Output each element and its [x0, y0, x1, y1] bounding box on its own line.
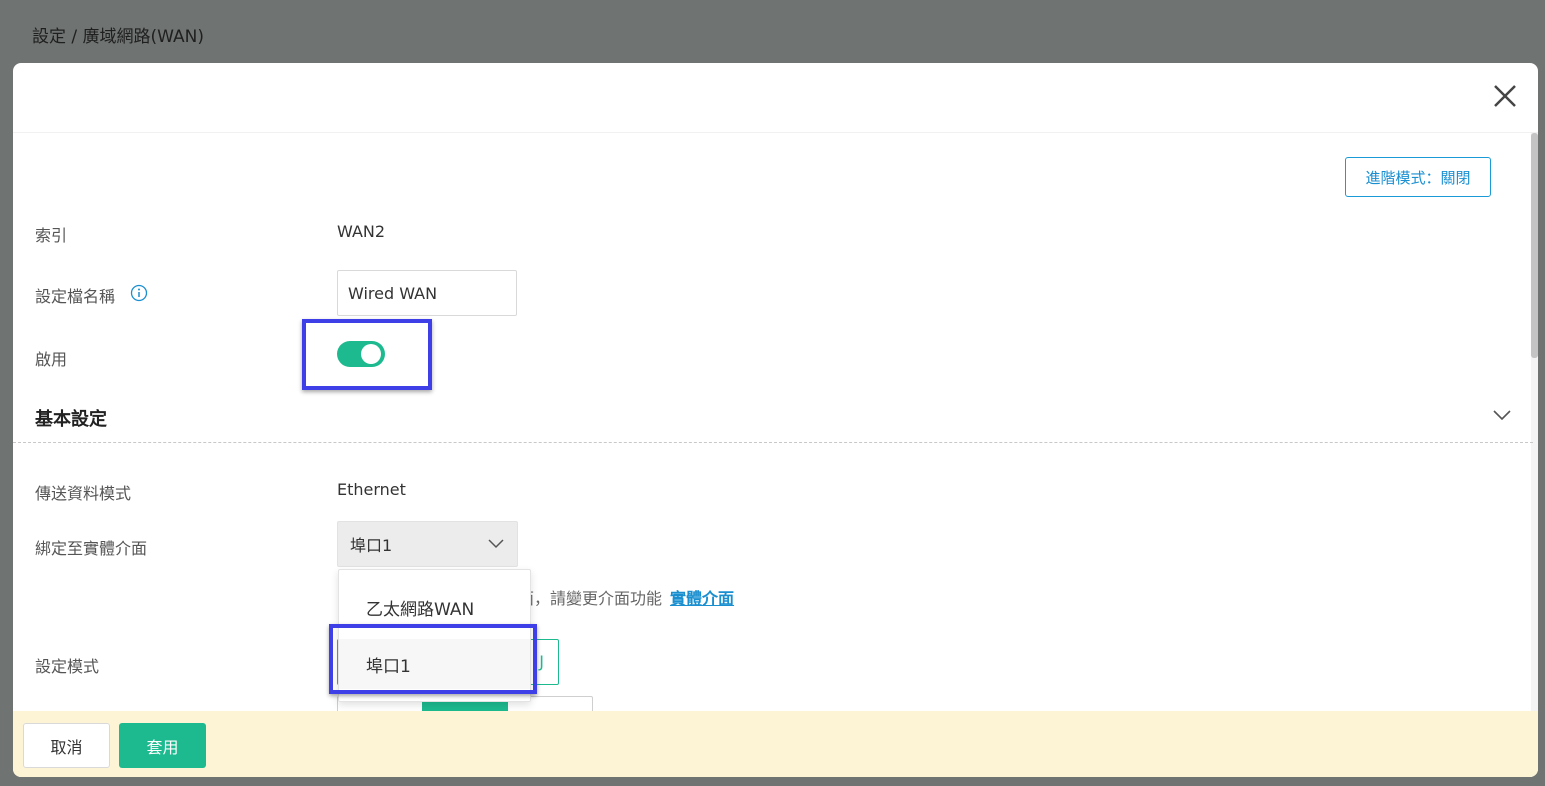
dropdown-option-port1[interactable]: 埠口1	[339, 639, 530, 689]
interface-hint: 面，請變更介面功能 實體介面	[518, 585, 734, 609]
cancel-button[interactable]: 取消	[23, 723, 110, 768]
bind-interface-label: 綁定至實體介面	[35, 539, 148, 558]
advanced-mode-button[interactable]: 進階模式：關閉	[1345, 157, 1491, 197]
profile-name-input[interactable]	[337, 270, 517, 316]
bind-interface-select[interactable]: 埠口1	[337, 521, 518, 567]
modal-footer: 取消 套用	[13, 711, 1538, 777]
enable-toggle[interactable]	[337, 341, 385, 367]
config-mode-option-partial[interactable]: J	[539, 652, 544, 671]
apply-button[interactable]: 套用	[119, 723, 206, 768]
profile-name-label: 設定檔名稱	[35, 287, 116, 306]
transfer-mode-value: Ethernet	[337, 480, 406, 499]
interface-hint-text: 面，請變更介面功能	[518, 589, 663, 608]
section-divider	[13, 442, 1533, 443]
basic-settings-title[interactable]: 基本設定	[35, 405, 107, 431]
bind-interface-selected-value: 埠口1	[350, 536, 393, 555]
transfer-mode-label: 傳送資料模式	[35, 484, 132, 503]
dropdown-option-ethernet-wan[interactable]: 乙太網路WAN	[339, 582, 530, 632]
chevron-down-icon	[488, 539, 504, 549]
chevron-down-icon[interactable]	[1492, 407, 1512, 421]
index-label: 索引	[35, 226, 68, 245]
toggle-knob	[361, 344, 381, 364]
close-icon[interactable]	[1492, 83, 1518, 109]
index-value: WAN2	[337, 222, 386, 241]
wan-settings-modal: 進階模式：關閉 索引 WAN2 設定檔名稱 啟用 基本設定 傳送資料模式 Eth…	[13, 63, 1538, 777]
config-mode-label: 設定模式	[35, 657, 100, 676]
physical-interface-link[interactable]: 實體介面	[670, 589, 734, 608]
modal-header	[13, 63, 1538, 133]
scrollbar-thumb[interactable]	[1531, 133, 1538, 358]
info-icon[interactable]	[130, 284, 148, 302]
enable-label: 啟用	[35, 350, 68, 369]
bind-interface-dropdown: 乙太網路WAN 埠口1	[338, 569, 531, 702]
breadcrumb: 設定 / 廣域網路(WAN)	[32, 27, 205, 47]
